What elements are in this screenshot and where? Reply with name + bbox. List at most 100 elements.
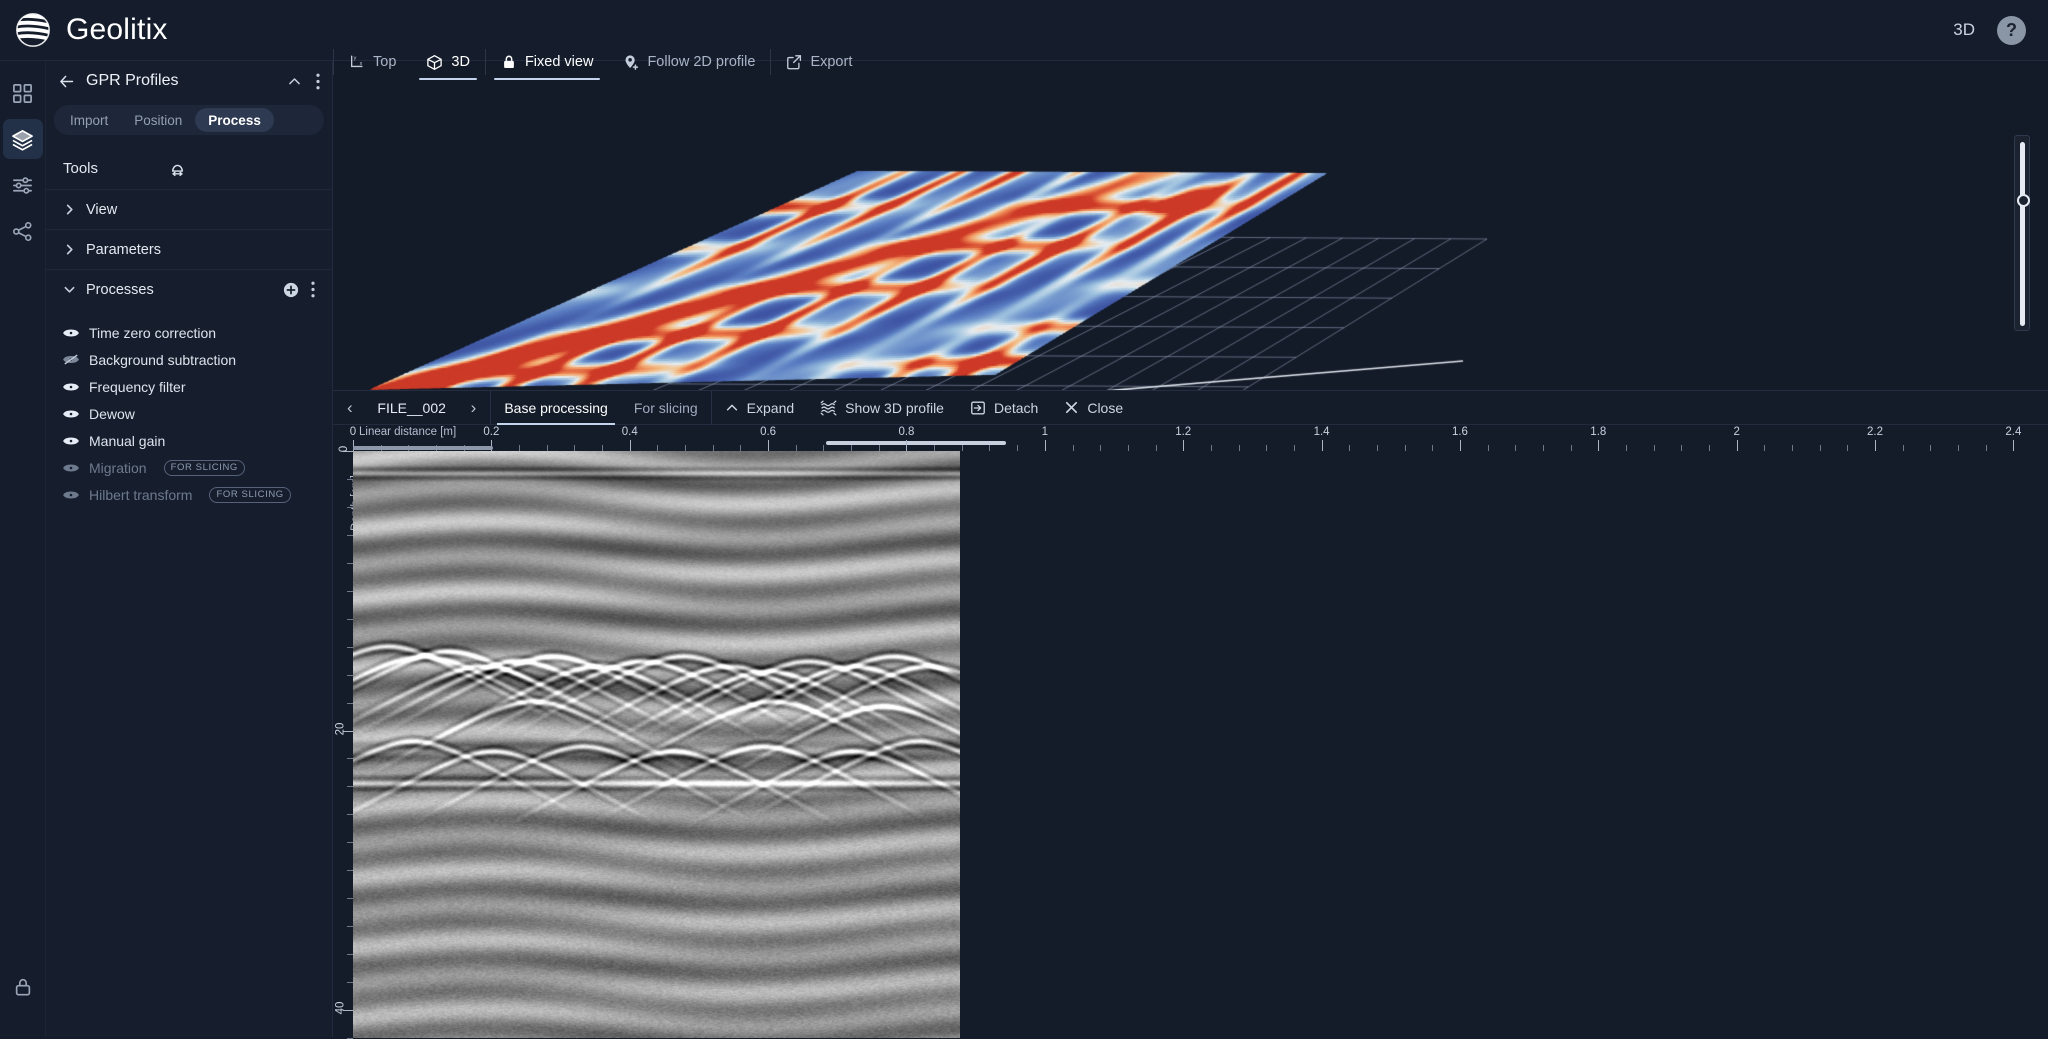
accordion-view[interactable]: View [46, 189, 332, 229]
panel-more-icon[interactable] [316, 73, 320, 90]
radargram-empty-area [960, 451, 2048, 1038]
process-item[interactable]: Time zero correction [46, 319, 332, 346]
tab-export[interactable]: Export [771, 44, 867, 80]
current-file-name: FILE__002 [369, 400, 455, 416]
process-item[interactable]: Background subtraction [46, 346, 332, 373]
next-file-button[interactable]: › [471, 399, 477, 416]
tab-base-processing[interactable]: Base processing [491, 391, 621, 425]
accordion-parameters[interactable]: Parameters [46, 229, 332, 269]
chevron-right-icon [63, 244, 75, 255]
show-3d-profile-button[interactable]: Show 3D profile [807, 391, 957, 425]
close-button[interactable]: Close [1051, 391, 1136, 425]
segment-process[interactable]: Process [195, 108, 274, 132]
tab-3d[interactable]: 3D [411, 44, 485, 80]
rail-item-lock[interactable] [3, 967, 43, 1007]
process-item[interactable]: Migration FOR SLICING [46, 454, 332, 481]
expand-button[interactable]: Expand [712, 391, 807, 425]
radargram[interactable] [353, 451, 960, 1038]
ruler-tick-label: 2 [1733, 426, 1739, 438]
sliders-icon [12, 175, 33, 196]
tab-for-slicing[interactable]: For slicing [621, 391, 711, 425]
ruler-tick-label: 1.4 [1314, 426, 1330, 438]
show-3d-profile-label: Show 3D profile [845, 400, 944, 416]
svg-text:x: x [360, 61, 363, 67]
process-label: Hilbert transform [89, 487, 192, 503]
back-arrow-icon[interactable] [58, 73, 75, 90]
distance-ruler[interactable]: Linear distance [m] 00.20.40.60.811.21.4… [333, 425, 2048, 451]
segment-position[interactable]: Position [121, 108, 195, 132]
process-item[interactable]: Manual gain [46, 427, 332, 454]
ruler-major-tick [1183, 440, 1184, 451]
profile-toolbar: ‹ FILE__002 › Base processing For slicin… [333, 391, 2048, 425]
eye-visible-icon[interactable] [63, 435, 79, 447]
eye-visible-icon[interactable] [63, 408, 79, 420]
prev-file-button[interactable]: ‹ [347, 399, 353, 416]
tab-fixed-view-label: Fixed view [525, 54, 594, 70]
status-badge: FOR SLICING [164, 460, 245, 476]
rail-item-share[interactable] [3, 211, 43, 251]
horizontal-scrollbar[interactable] [353, 446, 493, 450]
depth-slider[interactable] [2014, 135, 2030, 331]
ruler-tick-label: 0.6 [760, 426, 776, 438]
ruler-major-tick [1460, 440, 1461, 451]
eye-hidden-icon[interactable] [63, 353, 79, 366]
view-mode-label[interactable]: 3D [1953, 20, 1975, 40]
depth-axis: Depth [cm] 02040 [333, 451, 353, 1038]
slider-knob[interactable] [2017, 194, 2030, 207]
processes-more-icon[interactable] [311, 281, 315, 298]
slice-3d-canvas[interactable] [333, 61, 2048, 390]
detach-label: Detach [994, 400, 1038, 416]
tab-top-label: Top [373, 54, 396, 70]
process-label: Background subtraction [89, 352, 236, 368]
tab-top[interactable]: yx Top [334, 44, 411, 80]
ruler-tick-label: 1.6 [1452, 426, 1468, 438]
help-icon[interactable]: ? [1997, 16, 2026, 45]
gpr-profiles-panel: GPR Profiles Import Position Process Too… [46, 61, 333, 1037]
ruler-major-tick [768, 440, 769, 451]
depth-tick-label: 20 [335, 722, 347, 735]
process-item[interactable]: Dewow [46, 400, 332, 427]
tools-row: Tools [46, 147, 332, 189]
rail-item-layers[interactable] [3, 119, 43, 159]
depth-tick-label: 40 [335, 1002, 347, 1015]
eye-visible-icon[interactable] [63, 489, 79, 501]
rail-item-adjustments[interactable] [3, 165, 43, 205]
svg-text:y: y [354, 56, 357, 62]
icon-rail [0, 61, 46, 1037]
add-process-icon[interactable] [283, 282, 299, 298]
radargram-canvas[interactable] [353, 451, 960, 1038]
bell-arrows-icon[interactable] [168, 159, 187, 178]
geolitix-globe-icon [14, 11, 52, 49]
tools-label: Tools [63, 160, 98, 177]
process-label: Migration [89, 460, 147, 476]
eye-visible-icon[interactable] [63, 462, 79, 474]
accordion-processes[interactable]: Processes [46, 269, 332, 309]
tab-follow-2d-label: Follow 2D profile [647, 54, 755, 70]
ruler-major-tick [1598, 440, 1599, 451]
arrow-into-box-icon [970, 400, 986, 416]
close-label: Close [1087, 400, 1123, 416]
lock-icon [501, 54, 517, 70]
eye-visible-icon[interactable] [63, 327, 79, 339]
pin-plus-icon [623, 54, 639, 71]
rail-item-dashboard[interactable] [3, 73, 43, 113]
ruler-major-tick [630, 440, 631, 451]
brand-logo[interactable]: Geolitix [14, 11, 168, 49]
expand-label: Expand [747, 400, 794, 416]
detach-button[interactable]: Detach [957, 391, 1051, 425]
collapse-panel-icon[interactable] [287, 74, 302, 89]
x-axis-label: Linear distance [m] [359, 426, 456, 438]
ruler-major-tick [1875, 440, 1876, 451]
process-label: Time zero correction [89, 325, 216, 341]
profile-view-tabs: Base processing For slicing [491, 391, 711, 425]
process-label: Manual gain [89, 433, 165, 449]
eye-visible-icon[interactable] [63, 381, 79, 393]
tab-fixed-view[interactable]: Fixed view [486, 44, 609, 80]
process-item[interactable]: Frequency filter [46, 373, 332, 400]
ruler-tick-label: 1.2 [1175, 426, 1191, 438]
process-item[interactable]: Hilbert transform FOR SLICING [46, 481, 332, 508]
tab-follow-2d-profile[interactable]: Follow 2D profile [608, 44, 770, 80]
segment-import[interactable]: Import [57, 108, 121, 132]
ruler-major-tick [1737, 440, 1738, 451]
viewport-3d[interactable] [333, 61, 2048, 390]
